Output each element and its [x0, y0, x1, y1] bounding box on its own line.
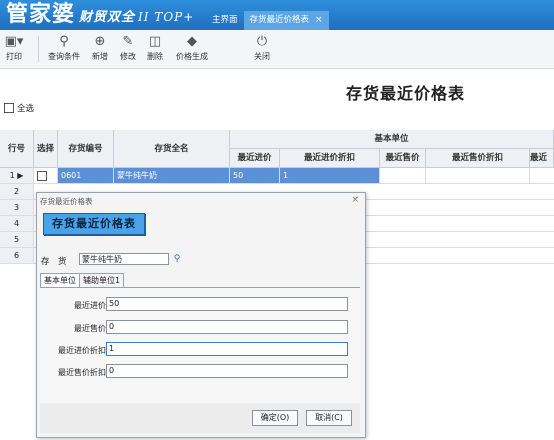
last-sale-field[interactable]: 0: [106, 320, 348, 334]
row-number: 6: [0, 248, 34, 263]
dialog-banner: 存货最近价格表: [43, 213, 145, 235]
page-title: 存货最近价格表: [346, 84, 466, 103]
last-purchase-discount-label: 最近进价折扣: [58, 346, 106, 355]
printer-icon: ▣▾: [4, 34, 24, 49]
header-last-purchase[interactable]: 最近进价: [230, 149, 280, 168]
select-all-label: 全选: [17, 104, 35, 114]
search-icon: ⚲: [59, 34, 69, 49]
close-button[interactable]: ⏻ 关闭: [250, 33, 274, 62]
row-select-checkbox[interactable]: [34, 168, 58, 183]
edit-button[interactable]: ✎ 修改: [116, 33, 140, 62]
header-row-no[interactable]: 行号: [0, 130, 34, 168]
edit-label: 修改: [120, 52, 136, 61]
lookup-search-icon[interactable]: ⚲: [171, 253, 183, 265]
cell-code[interactable]: 0601: [58, 168, 114, 183]
last-purchase-discount-field[interactable]: 1: [106, 342, 348, 356]
header-select[interactable]: 选择: [34, 130, 58, 168]
last-sale-discount-label: 最近售价折扣: [58, 368, 106, 377]
row-number: 3: [0, 200, 34, 215]
header-last-sale-discount[interactable]: 最近售价折扣: [426, 149, 530, 168]
header-code[interactable]: 存货编号: [58, 130, 114, 168]
last-sale-label: 最近售价: [74, 324, 106, 333]
header-last-cut[interactable]: 最近: [530, 149, 554, 168]
delete-label: 删除: [147, 52, 163, 61]
table-row[interactable]: 1 ▶ 0601 蒙牛纯牛奶 50 1: [0, 168, 554, 184]
cell-last-sale-discount[interactable]: [426, 168, 530, 183]
item-label: 存 货: [41, 257, 67, 267]
brand-sub: 财贸双全: [79, 10, 136, 25]
last-sale-discount-field[interactable]: 0: [106, 364, 348, 378]
brand-version: II TOP+: [138, 10, 195, 24]
tag-icon: ◆: [187, 34, 197, 49]
app-logo: 管家婆 财贸双全 II TOP+: [6, 0, 194, 28]
dialog-panel: 最近进价 50 最近售价 0 最近进价折扣 1 最近售价折扣 0: [40, 287, 360, 408]
edit-icon: ✎: [122, 34, 134, 49]
header-base-unit: 基本单位: [230, 130, 554, 149]
delete-button[interactable]: ◫ 删除: [143, 33, 167, 62]
generate-price-label: 价格生成: [176, 52, 208, 61]
cell-last-purchase[interactable]: 50: [230, 168, 280, 183]
checkbox-icon: [4, 103, 14, 113]
print-button[interactable]: ▣▾ 打印: [4, 33, 24, 62]
dialog-footer: 确定(O) 取消(C): [40, 403, 360, 433]
dialog-close-icon[interactable]: ×: [351, 195, 359, 205]
header-last-purchase-discount[interactable]: 最近进价折扣: [280, 149, 380, 168]
power-icon: ⏻: [256, 34, 268, 49]
add-label: 新增: [92, 52, 108, 61]
tab-home[interactable]: 主界面: [206, 11, 244, 30]
query-button[interactable]: ⚲ 查询条件: [44, 33, 84, 62]
header-name[interactable]: 存货全名: [114, 130, 230, 168]
tab-price-table[interactable]: 存货最近价格表 ×: [243, 11, 329, 30]
query-label: 查询条件: [48, 52, 80, 61]
row-number: 4: [0, 216, 34, 231]
add-button[interactable]: ⊕ 新增: [88, 33, 112, 62]
tab-close-icon[interactable]: ×: [315, 15, 323, 25]
row-number: 1 ▶: [0, 168, 34, 183]
toolbar-divider: [38, 36, 39, 62]
row-number: 2: [0, 184, 34, 199]
ok-button[interactable]: 确定(O): [252, 410, 298, 426]
trash-icon: ◫: [148, 34, 162, 49]
dialog-title: 存货最近价格表: [40, 197, 93, 206]
cancel-button[interactable]: 取消(C): [306, 410, 352, 426]
dialog-tabs: 基本单位 辅助单位1: [40, 273, 125, 288]
price-dialog: 存货最近价格表 × 存货最近价格表 存 货 蒙牛纯牛奶 ⚲ 基本单位 辅助单位1…: [36, 192, 366, 438]
tab-home-label: 主界面: [212, 15, 238, 25]
item-field[interactable]: 蒙牛纯牛奶: [79, 253, 169, 265]
header-last-sale[interactable]: 最近售价: [380, 149, 426, 168]
print-label: 打印: [6, 52, 22, 61]
close-label: 关闭: [254, 52, 270, 61]
last-purchase-label: 最近进价: [74, 301, 106, 310]
brand-main: 管家婆: [6, 1, 76, 27]
app-title-bar: 管家婆 财贸双全 II TOP+ 主界面 存货最近价格表 ×: [0, 0, 554, 30]
plus-circle-icon: ⊕: [94, 34, 106, 49]
tab-base-unit[interactable]: 基本单位: [40, 273, 80, 288]
tab-aux-unit-1[interactable]: 辅助单位1: [79, 273, 125, 288]
window-tabs: 主界面 存货最近价格表 ×: [206, 11, 329, 30]
row-number: 5: [0, 232, 34, 247]
select-all-checkbox[interactable]: 全选: [4, 102, 34, 114]
cell-name[interactable]: 蒙牛纯牛奶: [114, 168, 230, 183]
cell-last-sale[interactable]: [380, 168, 426, 183]
tab-price-table-label: 存货最近价格表: [249, 15, 310, 25]
cell-last-purchase-discount[interactable]: 1: [280, 168, 380, 183]
toolbar: ▣▾ 打印 ⚲ 查询条件 ⊕ 新增 ✎ 修改 ◫ 删除 ◆ 价格生成 ⏻ 关闭: [0, 30, 554, 69]
last-purchase-field[interactable]: 50: [106, 297, 348, 311]
generate-price-button[interactable]: ◆ 价格生成: [170, 33, 214, 62]
